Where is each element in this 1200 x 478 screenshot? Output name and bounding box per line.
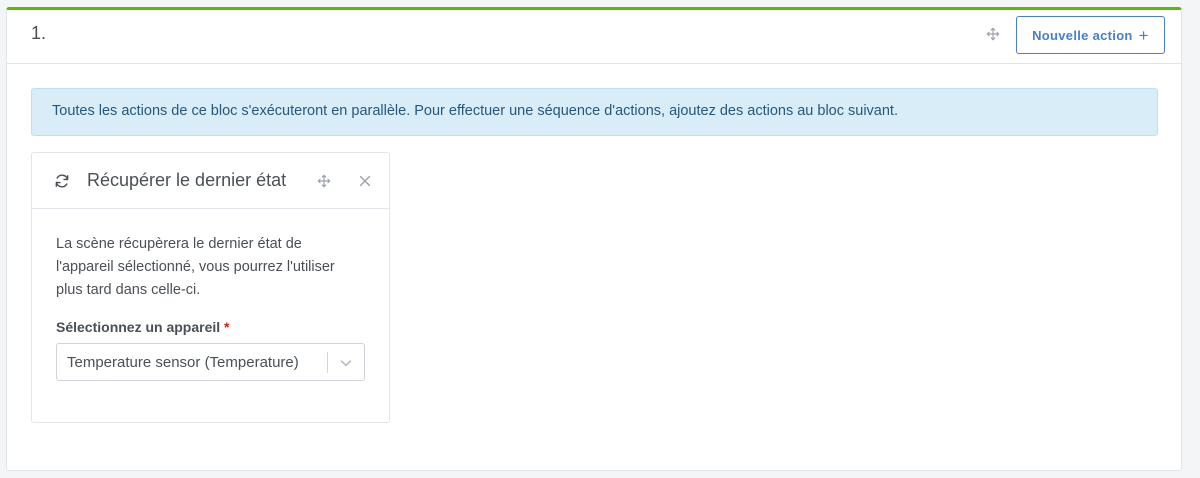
- scene-action-block: 1. Nouvelle action + Toutes les actions …: [6, 7, 1182, 471]
- move-icon[interactable]: [985, 26, 1001, 42]
- action-card-header: Récupérer le dernier état: [32, 153, 389, 209]
- device-select-value: Temperature sensor (Temperature): [67, 354, 299, 371]
- select-separator: [327, 352, 328, 373]
- parallel-info-alert: Toutes les actions de ce bloc s'exécuter…: [31, 88, 1158, 136]
- action-card-title: Récupérer le dernier état: [87, 170, 287, 190]
- chevron-down-icon[interactable]: [338, 355, 354, 371]
- refresh-icon: [54, 173, 70, 189]
- action-description: La scène récupèrera le dernier état de l…: [56, 233, 366, 302]
- new-action-button[interactable]: Nouvelle action +: [1016, 16, 1165, 54]
- info-text: Toutes les actions de ce bloc s'exécuter…: [52, 103, 898, 119]
- block-header: 1. Nouvelle action +: [7, 10, 1181, 64]
- description-line: plus tard dans celle-ci.: [56, 282, 201, 298]
- description-line: l'appareil sélectionné, vous pourrez l'u…: [56, 259, 335, 275]
- device-field-label-text: Sélectionnez un appareil: [56, 319, 221, 335]
- required-marker: *: [224, 319, 230, 335]
- move-icon[interactable]: [316, 173, 332, 189]
- action-card: Récupérer le dernier état La scène récup…: [31, 152, 390, 423]
- device-select[interactable]: Temperature sensor (Temperature): [56, 343, 365, 381]
- device-field-label: Sélectionnez un appareil *: [56, 319, 366, 335]
- action-card-body: La scène récupèrera le dernier état de l…: [56, 233, 366, 381]
- close-icon[interactable]: [357, 173, 373, 189]
- description-line: La scène récupèrera le dernier état de: [56, 236, 302, 252]
- new-action-label: Nouvelle action: [1032, 27, 1133, 43]
- plus-icon: +: [1138, 25, 1149, 45]
- block-number: 1.: [31, 23, 47, 43]
